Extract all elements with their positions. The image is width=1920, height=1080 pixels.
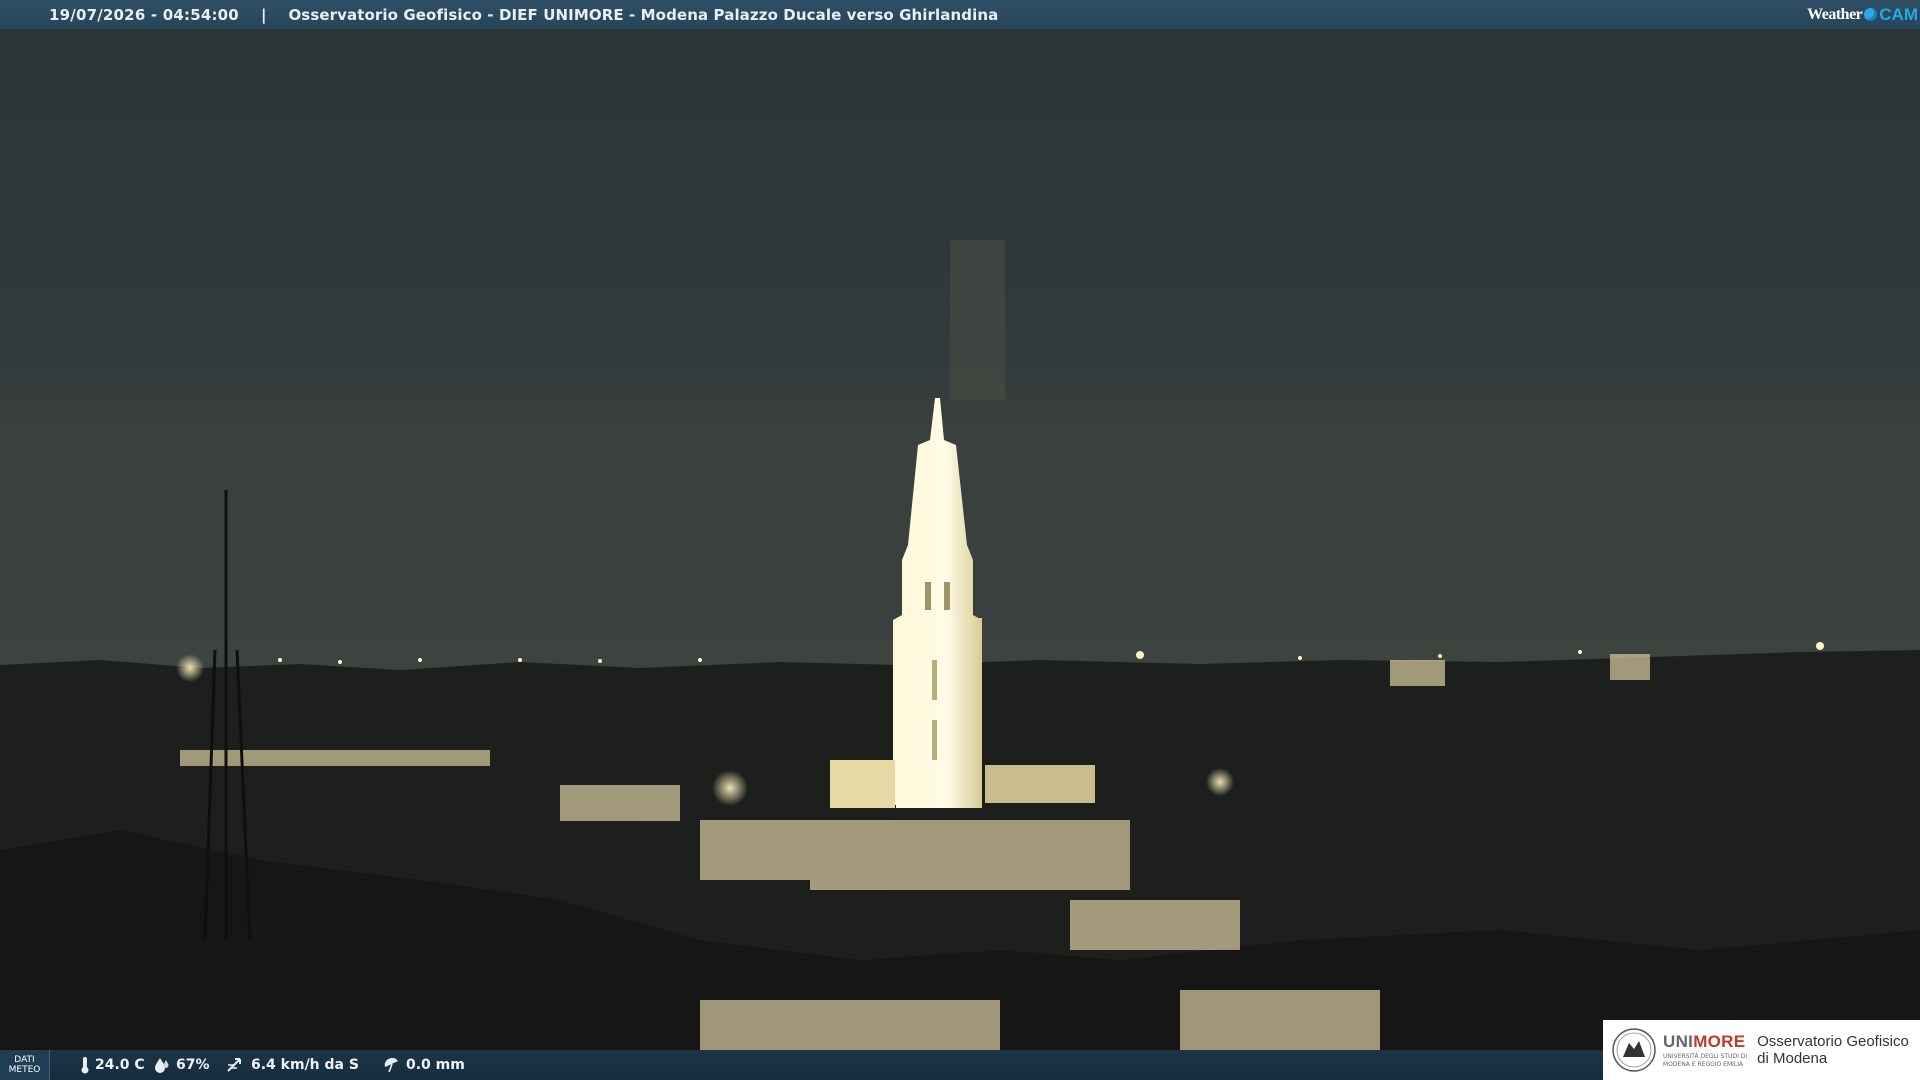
observatory-name: Osservatorio Geofisico di Modena <box>1757 1033 1909 1067</box>
weathercam-dot-icon <box>1864 8 1878 21</box>
unimore-sub-line2: MODENA E REGGIO EMILIA <box>1663 1061 1744 1068</box>
unimore-name-uni: UNI <box>1663 1032 1694 1051</box>
street-light <box>712 770 748 806</box>
brand-cam: CAM <box>1879 4 1918 24</box>
header-bar: 19/07/2026 - 04:54:00 | Osservatorio Geo… <box>0 0 1920 29</box>
street-light <box>1206 768 1234 796</box>
unimore-wordmark: UNIMORE UNIVERSITÀ DEGLI STUDI DI MODENA… <box>1663 1032 1747 1068</box>
webcam-image <box>0 0 1920 1080</box>
header-separator: | <box>260 5 267 24</box>
camera-title: Osservatorio Geofisico - DIEF UNIMORE - … <box>288 5 999 24</box>
observatory-line1: Osservatorio Geofisico <box>1757 1033 1909 1050</box>
dati-meteo-line2: METEO <box>8 1065 41 1075</box>
dati-meteo-line1: DATI <box>14 1055 35 1065</box>
brand-weather: Weather <box>1807 5 1863 23</box>
unimore-name: UNIMORE <box>1663 1032 1747 1052</box>
timestamp: 19/07/2026 - 04:54:00 <box>49 5 239 24</box>
temperature-value: 24.0 C <box>95 1057 145 1073</box>
wind-value: 6.4 km/h da S <box>251 1057 359 1073</box>
webcam-frame: 19/07/2026 - 04:54:00 | Osservatorio Geo… <box>0 0 1920 1080</box>
humidity-value: 67% <box>176 1057 210 1073</box>
street-light <box>176 654 204 682</box>
wind-reading: 6.4 km/h da S <box>226 1050 359 1080</box>
temperature-reading: 24.0 C <box>80 1050 145 1080</box>
thermometer-icon <box>81 1057 89 1074</box>
lens-flare <box>950 240 1005 400</box>
rain-value: 0.0 mm <box>406 1057 465 1073</box>
unimore-logo-panel[interactable]: UNIMORE UNIVERSITÀ DEGLI STUDI DI MODENA… <box>1603 1020 1920 1080</box>
unimore-seal-icon <box>1612 1028 1656 1072</box>
unimore-sub-line1: UNIVERSITÀ DEGLI STUDI DI <box>1663 1053 1748 1060</box>
humidity-drop-icon <box>155 1058 169 1073</box>
unimore-name-more: MORE <box>1693 1032 1746 1051</box>
dati-meteo-button[interactable]: DATI METEO <box>0 1050 50 1080</box>
wind-icon <box>227 1058 241 1072</box>
humidity-reading: 67% <box>154 1050 210 1080</box>
rain-umbrella-icon <box>384 1057 398 1073</box>
observatory-line2: di Modena <box>1757 1050 1828 1067</box>
weathercam-logo[interactable]: Weather CAM <box>1807 0 1918 29</box>
rain-reading: 0.0 mm <box>383 1050 465 1080</box>
